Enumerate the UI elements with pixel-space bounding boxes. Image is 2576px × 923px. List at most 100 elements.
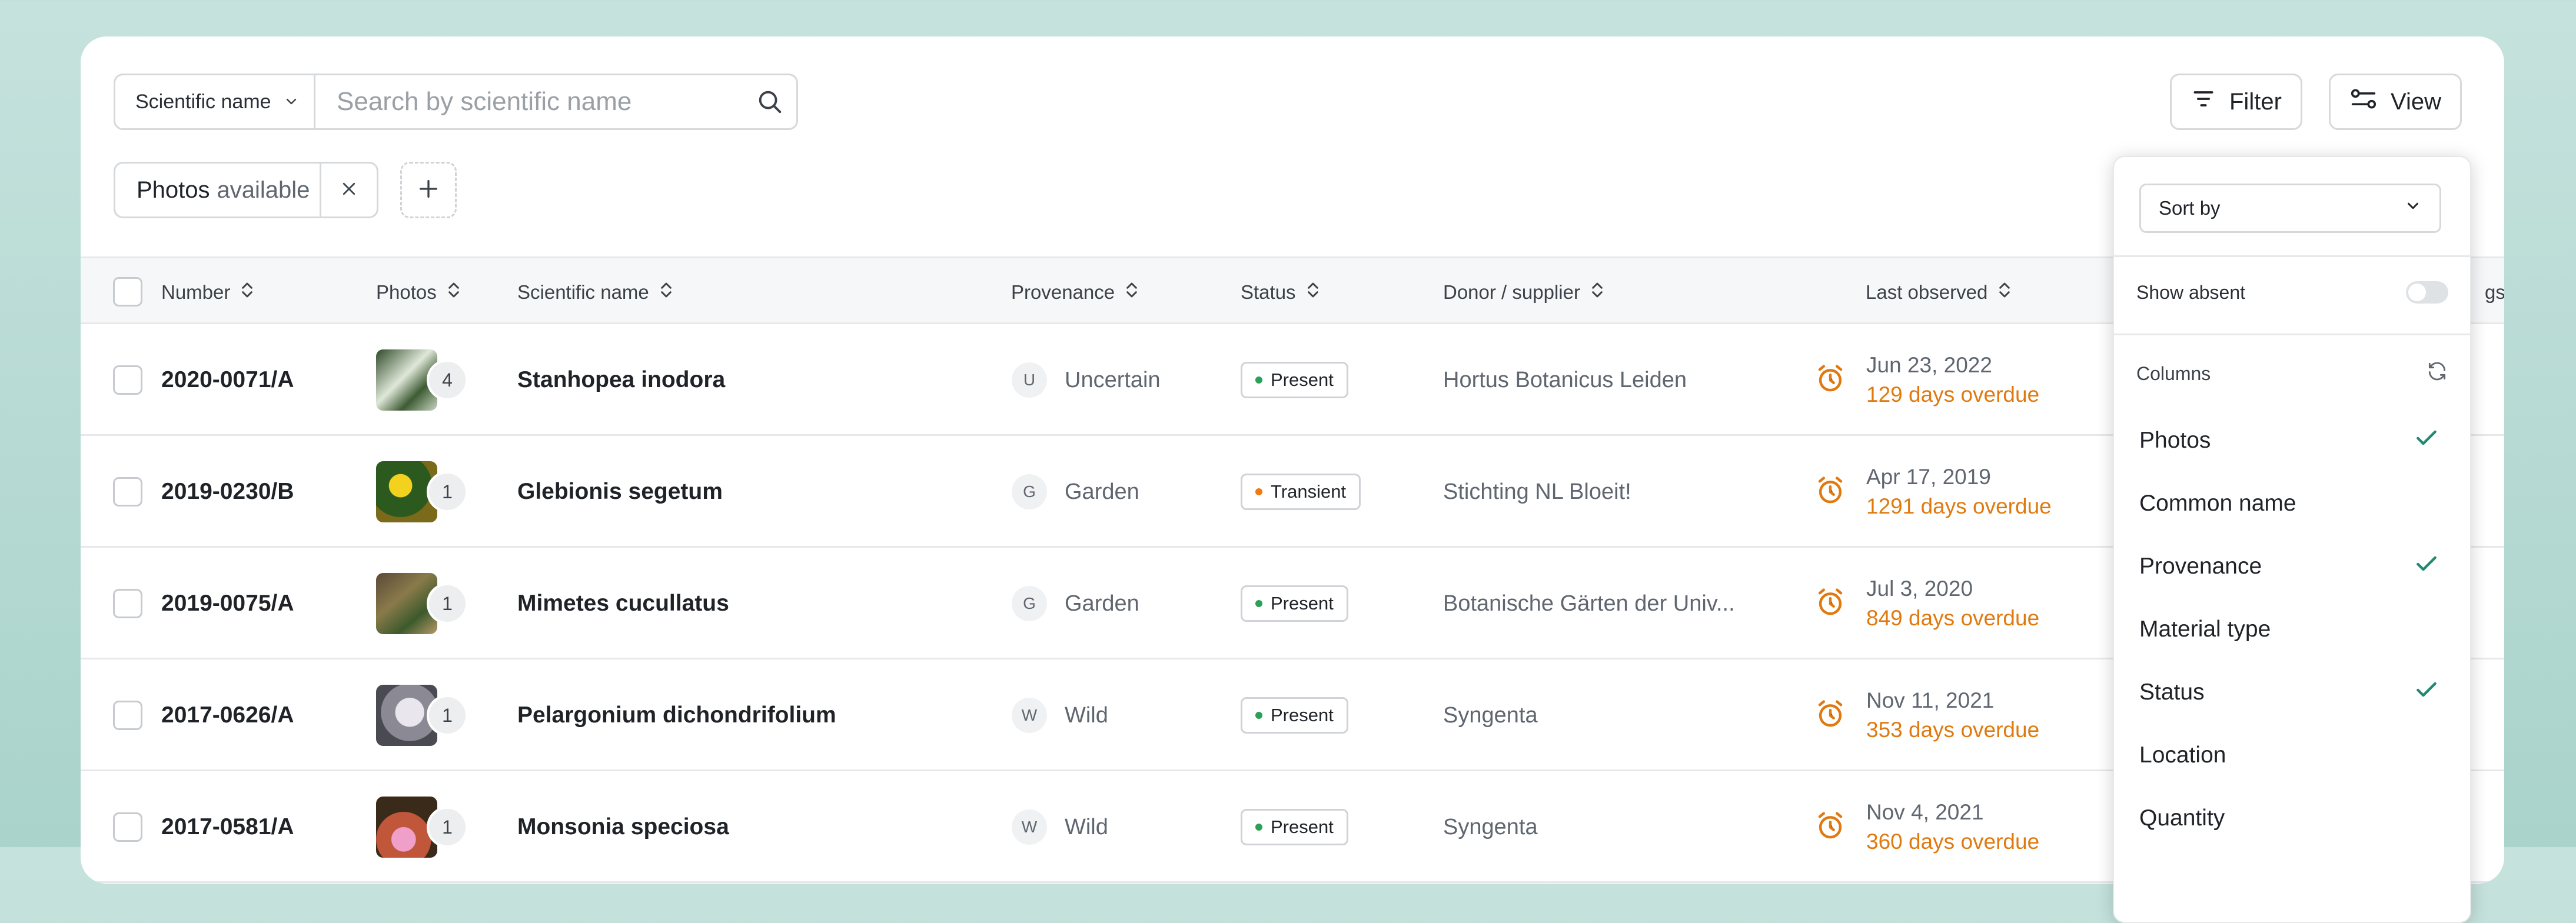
add-filter-button[interactable] <box>400 162 457 218</box>
overdue-text: 1291 days overdue <box>1866 494 2052 518</box>
last-observed-date: Nov 4, 2021 <box>1866 800 1984 824</box>
filter-label: Filter <box>2229 88 2282 115</box>
sort-by-select[interactable]: Sort by <box>2139 184 2441 233</box>
header-label: Photos <box>376 281 437 303</box>
columns-label: Columns <box>2136 362 2211 384</box>
last-observed-date: Apr 17, 2019 <box>1866 465 1991 489</box>
status-dot <box>1255 712 1262 719</box>
header-label: gs <box>2485 281 2504 303</box>
header-label: Scientific name <box>517 281 649 303</box>
row-checkbox[interactable] <box>113 812 142 842</box>
status-badge: Present <box>1241 362 1348 398</box>
scientific-name[interactable]: Pelargonium dichondrifolium <box>517 702 836 728</box>
accession-number[interactable]: 2017-0581/A <box>161 814 294 840</box>
column-toggle-item[interactable]: Status <box>2139 669 2439 716</box>
plus-icon <box>417 177 440 204</box>
status-badge: Present <box>1241 697 1348 734</box>
photo-count: 4 <box>427 359 468 401</box>
scientific-name[interactable]: Monsonia speciosa <box>517 814 729 840</box>
overdue-text: 353 days overdue <box>1866 718 2040 742</box>
header-label: Provenance <box>1011 281 1115 303</box>
status-dot <box>1255 488 1262 495</box>
accession-number[interactable]: 2020-0071/A <box>161 367 294 393</box>
row-checkbox[interactable] <box>113 701 142 730</box>
column-header-donor[interactable]: Donor / supplier <box>1443 258 1604 326</box>
provenance-label: Garden <box>1065 591 1139 616</box>
column-toggle-item[interactable]: Provenance <box>2139 543 2439 590</box>
filter-chip-label[interactable]: Photos available <box>115 164 320 216</box>
photo-count: 1 <box>427 695 468 736</box>
scientific-name[interactable]: Glebionis segetum <box>517 479 723 505</box>
accession-number[interactable]: 2019-0230/B <box>161 479 294 505</box>
filter-chip-key: Photos <box>137 176 210 203</box>
status-label: Present <box>1271 705 1334 725</box>
status-dot <box>1255 376 1262 384</box>
search-bar: Scientific name <box>114 74 798 130</box>
provenance-label: Uncertain <box>1065 367 1161 392</box>
overdue-text: 129 days overdue <box>1866 382 2040 406</box>
filter-icon <box>2191 86 2216 118</box>
remove-filter-button[interactable] <box>320 164 377 216</box>
view-button[interactable]: View <box>2329 74 2462 130</box>
search-field-label: Scientific name <box>135 90 271 113</box>
provenance-label: Wild <box>1065 702 1108 728</box>
row-checkbox[interactable] <box>113 589 142 618</box>
provenance-code-badge: G <box>1012 474 1047 509</box>
header-label: Status <box>1241 281 1296 303</box>
columns-header: Columns <box>2136 360 2448 387</box>
column-header-photos[interactable]: Photos <box>376 258 460 326</box>
show-absent-label: Show absent <box>2136 281 2246 303</box>
column-toggle-label: Common name <box>2139 491 2296 516</box>
overdue-text: 849 days overdue <box>1866 606 2040 630</box>
status-badge: Transient <box>1241 474 1361 510</box>
column-header-scientific-name[interactable]: Scientific name <box>517 258 673 326</box>
sort-icon <box>1125 280 1138 305</box>
select-all-checkbox[interactable] <box>113 277 142 306</box>
view-options-panel: Sort by Show absent Columns Photos Common… <box>2113 156 2471 923</box>
column-header-last-observed[interactable]: Last observed <box>1866 258 2011 326</box>
accession-number[interactable]: 2017-0626/A <box>161 702 294 728</box>
photo-count: 1 <box>427 807 468 848</box>
provenance-code-badge: W <box>1012 809 1047 845</box>
column-toggle-label: Status <box>2139 679 2205 705</box>
sort-icon <box>1307 280 1319 305</box>
filter-chip-value: available <box>217 176 310 203</box>
header-label: Donor / supplier <box>1443 281 1580 303</box>
row-checkbox[interactable] <box>113 477 142 507</box>
refresh-icon[interactable] <box>2426 360 2448 387</box>
sort-icon <box>241 280 254 305</box>
scientific-name[interactable]: Stanhopea inodora <box>517 367 725 393</box>
provenance-code-badge: G <box>1012 586 1047 621</box>
view-label: View <box>2391 88 2441 115</box>
status-label: Present <box>1271 369 1334 390</box>
accession-number[interactable]: 2019-0075/A <box>161 591 294 617</box>
column-toggle-item[interactable]: Quantity <box>2139 795 2439 842</box>
show-absent-toggle[interactable] <box>2406 281 2448 304</box>
alarm-clock-icon <box>1814 810 1846 845</box>
search-icon[interactable] <box>743 88 796 115</box>
chevron-down-icon <box>2404 197 2422 219</box>
donor-name: Stichting NL Bloeit! <box>1443 479 1631 504</box>
status-dot <box>1255 600 1262 607</box>
status-label: Present <box>1271 817 1334 837</box>
scientific-name[interactable]: Mimetes cucullatus <box>517 591 729 617</box>
alarm-clock-icon <box>1814 587 1846 621</box>
column-toggle-item[interactable]: Location <box>2139 732 2439 779</box>
column-header-number[interactable]: Number <box>161 258 254 326</box>
row-checkbox[interactable] <box>113 365 142 395</box>
checkmark-icon <box>2414 551 2439 582</box>
column-toggle-item[interactable]: Photos <box>2139 417 2439 464</box>
column-toggle-label: Material type <box>2139 617 2271 642</box>
column-toggle-item[interactable]: Common name <box>2139 480 2439 527</box>
sort-icon <box>447 280 460 305</box>
column-header-status[interactable]: Status <box>1241 258 1319 326</box>
search-input[interactable] <box>315 78 743 126</box>
status-badge: Present <box>1241 585 1348 622</box>
filter-button[interactable]: Filter <box>2170 74 2302 130</box>
column-header-provenance[interactable]: Provenance <box>1011 258 1138 326</box>
column-toggle-item[interactable]: Material type <box>2139 606 2439 653</box>
status-label: Transient <box>1271 481 1347 502</box>
column-header-clipped[interactable]: gs <box>2485 258 2504 326</box>
search-field-select[interactable]: Scientific name <box>115 75 315 128</box>
panel-divider <box>2114 255 2470 257</box>
